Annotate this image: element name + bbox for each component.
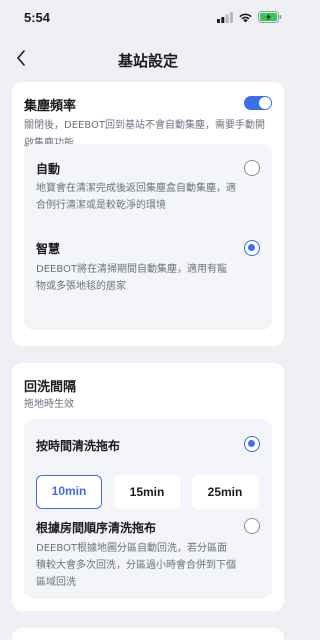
wash-interval-card: 回洗間隔 拖地時生效 按時間清洗拖布 10min 15min 25min 根據房… (12, 363, 284, 611)
option-desc: DEEBOT根據地圖分區自動回洗，若分區面積較大會多次回洗，分區過小時會合併到下… (36, 543, 236, 588)
wash-interval-subtitle: 拖地時生效 (24, 399, 74, 410)
option-desc: DEEBOT將在清掃期間自動集塵，適用有寵物或多張地毯的居家 (36, 264, 228, 292)
battery-charging-icon (258, 11, 282, 23)
option-desc: 地寶會在清潔完成後返回集塵盒自動集塵，適合例行清潔或是較乾淨的環境 (36, 183, 236, 211)
radio-smart[interactable] (244, 240, 260, 256)
option-title: 根據房間順序清洗拖布 (36, 521, 157, 535)
status-icons (217, 11, 282, 23)
dust-options-panel: 自動 地寶會在清潔完成後返回集塵盒自動集塵，適合例行清潔或是較乾淨的環境 智慧 … (24, 144, 272, 330)
wash-options-panel: 按時間清洗拖布 10min 15min 25min 根據房間順序清洗拖布 DEE… (24, 419, 272, 599)
option-title: 智慧 (36, 242, 61, 256)
status-time: 5:54 (24, 10, 51, 25)
interval-chip-25min[interactable]: 25min (192, 475, 258, 509)
cellular-signal-icon (217, 11, 233, 23)
nav-bar: 基站設定 (0, 40, 296, 80)
radio-by-room[interactable] (244, 518, 260, 534)
interval-chip-10min[interactable]: 10min (36, 475, 102, 509)
next-settings-card (12, 628, 284, 640)
option-title: 自動 (36, 162, 61, 176)
status-bar: 5:54 (0, 0, 296, 36)
interval-chip-15min[interactable]: 15min (114, 475, 180, 509)
dust-frequency-card: 集塵頻率 關閉後，DEEBOT回到基站不會自動集塵，需要手動開啟集塵功能 自動 … (12, 82, 284, 346)
radio-by-time[interactable] (244, 436, 260, 452)
option-title: 按時間清洗拖布 (36, 439, 121, 453)
wash-interval-title: 回洗間隔 (24, 380, 77, 395)
dust-frequency-toggle[interactable] (244, 96, 272, 110)
dust-frequency-title: 集塵頻率 (24, 99, 77, 114)
page-title: 基站設定 (117, 52, 178, 70)
toggle-knob (259, 97, 271, 109)
wifi-icon (239, 13, 252, 22)
radio-auto[interactable] (244, 160, 260, 176)
